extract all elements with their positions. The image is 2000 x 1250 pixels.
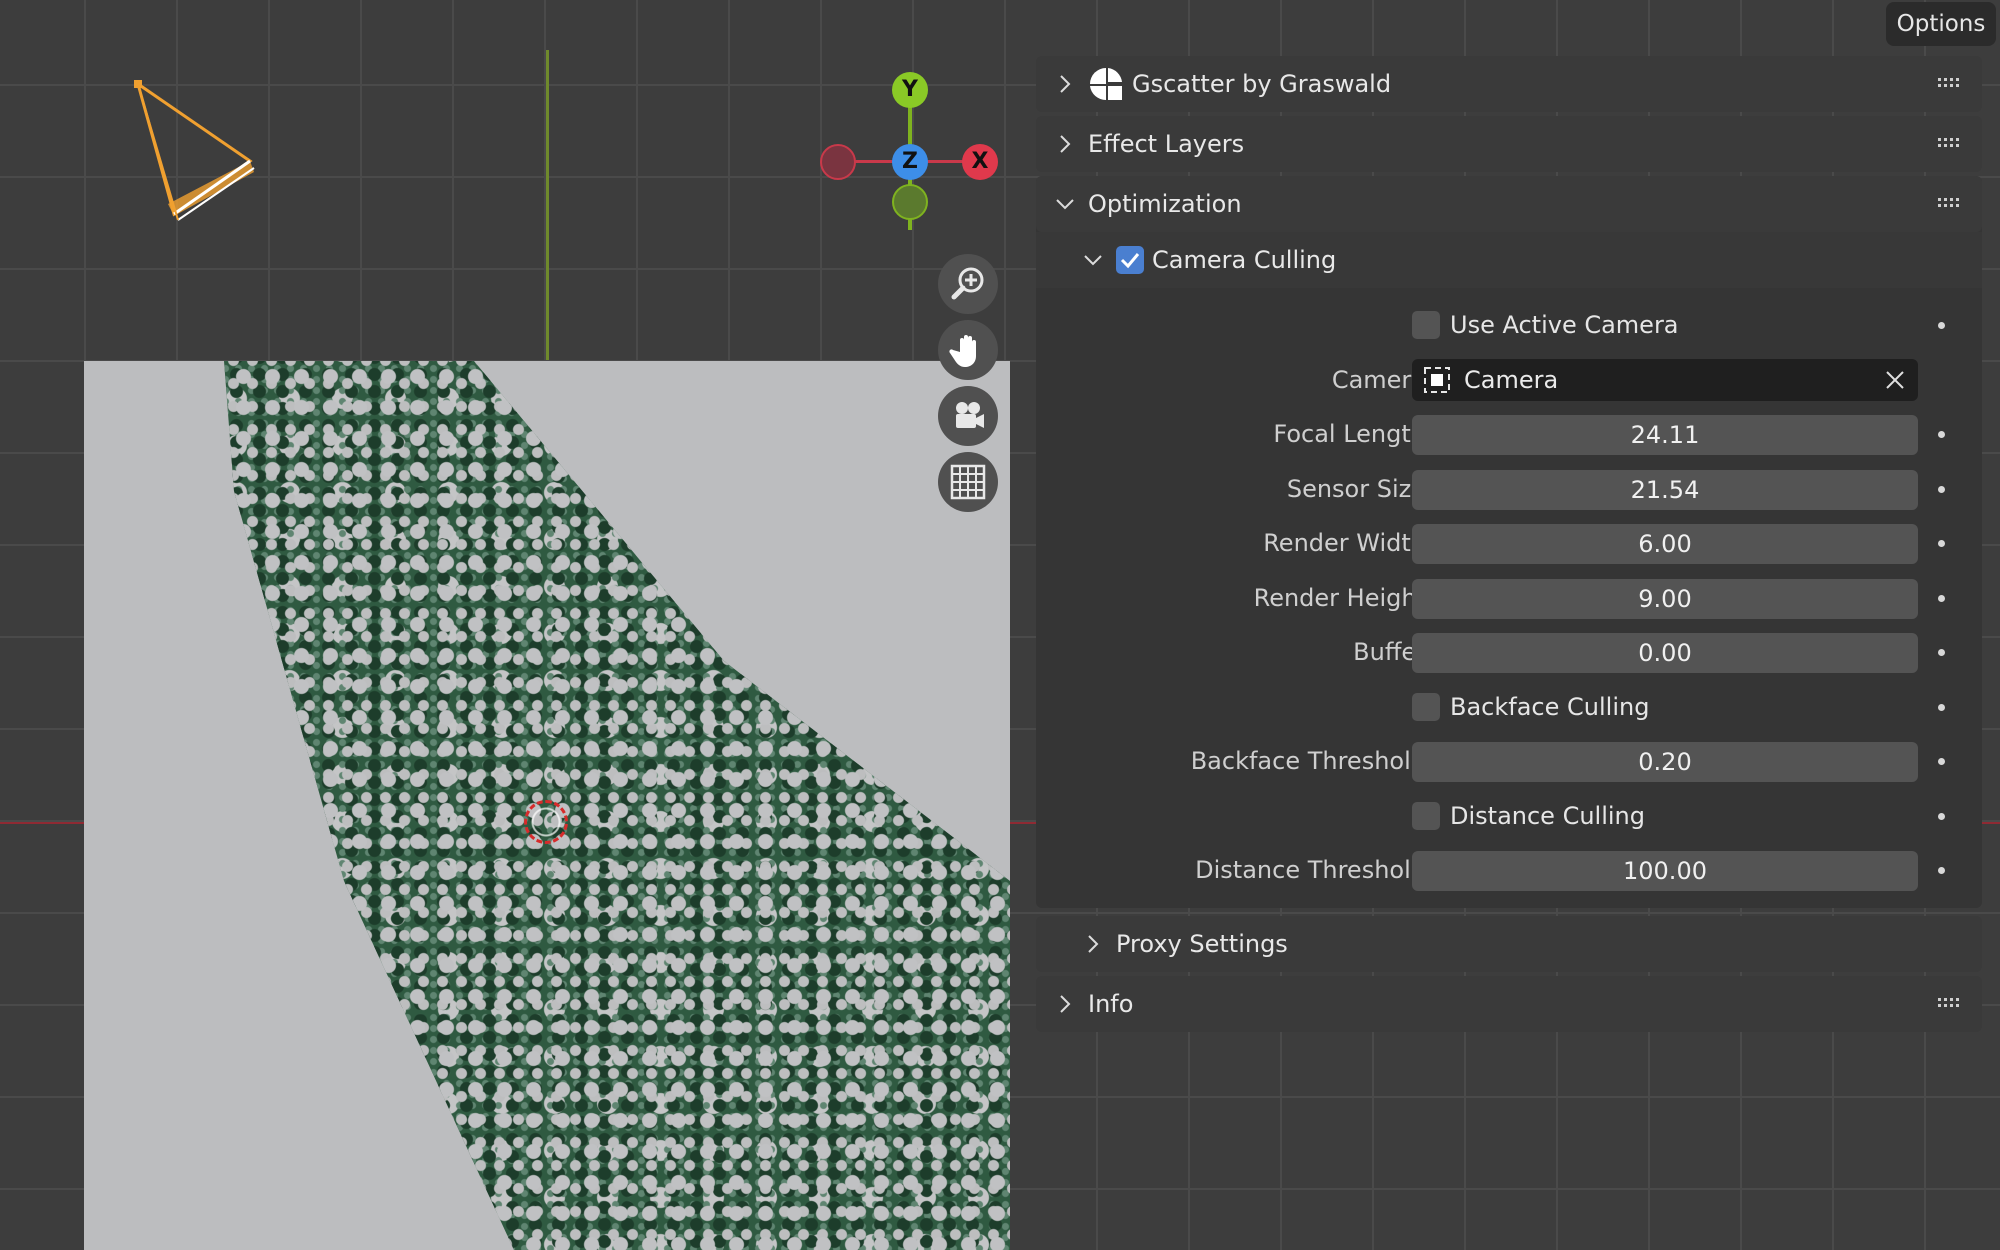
section-optimization-header[interactable]: Optimization	[1036, 176, 1982, 232]
subsection-proxy-settings[interactable]: Proxy Settings	[1036, 915, 1982, 972]
sensor-size-label: Sensor Size	[1286, 474, 1426, 503]
render-width-row: Render Width 6.00	[1036, 516, 1982, 571]
render-width-field[interactable]: 6.00	[1412, 524, 1918, 564]
backface-culling-checkbox[interactable]	[1412, 692, 1440, 721]
chevron-right-icon	[1060, 994, 1071, 1013]
use-active-camera-checkbox[interactable]	[1412, 311, 1440, 339]
keyframe-dot[interactable]	[1938, 485, 1945, 493]
camera-culling-label: Camera Culling	[1152, 246, 1337, 274]
drag-grip-icon[interactable]	[1938, 136, 1962, 150]
zoom-icon	[951, 267, 984, 300]
distance-culling-row: Distance Culling	[1036, 789, 1982, 844]
camera-culling-checkbox[interactable]	[1116, 246, 1144, 274]
buffer-field[interactable]: 0.00	[1412, 633, 1918, 673]
drag-grip-icon[interactable]	[1938, 196, 1962, 210]
y-axis-line	[546, 50, 549, 360]
drag-grip-icon[interactable]	[1938, 76, 1962, 90]
drag-grip-icon[interactable]	[1938, 996, 1962, 1010]
gizmo-y-ball[interactable]: Y	[892, 72, 928, 108]
keyframe-dot[interactable]	[1938, 540, 1945, 547]
camera-view-icon	[956, 402, 984, 428]
options-button[interactable]: Options	[1886, 2, 1996, 46]
chevron-right-icon	[1060, 135, 1071, 153]
section-title: Optimization	[1088, 190, 1242, 218]
section-title: Proxy Settings	[1116, 929, 1288, 958]
section-optimization: Optimization Camera Culling Use Active C…	[1036, 176, 1982, 908]
section-gscatter[interactable]: Gscatter by Graswald	[1036, 56, 1982, 112]
sensor-size-row: Sensor Size 21.54	[1036, 462, 1982, 517]
focal-length-label: Focal Length	[1273, 420, 1426, 448]
3d-viewport[interactable]: Y X Z Options Gscatter by Graswald Effec…	[0, 0, 2000, 1250]
keyframe-dot[interactable]	[1938, 322, 1945, 329]
hand-pan-icon	[949, 335, 976, 367]
close-icon[interactable]	[1884, 369, 1906, 391]
chevron-down-icon	[1056, 199, 1074, 210]
keyframe-dot[interactable]	[1938, 594, 1945, 602]
pan-tool[interactable]	[938, 320, 998, 380]
navigation-gizmo[interactable]: Y X Z	[810, 60, 1010, 260]
section-title: Effect Layers	[1088, 130, 1245, 158]
sensor-size-field[interactable]: 21.54	[1412, 469, 1918, 510]
keyframe-dot[interactable]	[1938, 867, 1945, 874]
gizmo-z-ball[interactable]: Z	[892, 144, 928, 180]
gizmo-neg-x-ball[interactable]	[820, 144, 856, 180]
keyframe-dot[interactable]	[1938, 758, 1945, 765]
buffer-row: Buffer 0.00	[1036, 625, 1982, 680]
keyframe-dot[interactable]	[1938, 703, 1945, 711]
backface-culling-label: Backface Culling	[1450, 692, 1650, 721]
section-effect-layers[interactable]: Effect Layers	[1036, 116, 1982, 172]
render-width-label: Render Width	[1263, 529, 1426, 557]
gizmo-x-ball[interactable]: X	[962, 144, 998, 180]
sidebar-panel: Gscatter by Graswald Effect Layers Optim…	[1036, 56, 1982, 1036]
backface-threshold-field[interactable]: 0.20	[1412, 742, 1918, 782]
subsection-camera-culling[interactable]: Camera Culling	[1036, 232, 1982, 288]
section-info[interactable]: Info	[1036, 975, 1982, 1032]
gizmo-neg-y-ball[interactable]	[892, 184, 928, 220]
chevron-right-icon	[1060, 75, 1071, 93]
distance-culling-checkbox[interactable]	[1412, 801, 1440, 830]
distance-threshold-row: Distance Threshold 100.00	[1036, 843, 1982, 898]
camera-object[interactable]	[130, 76, 260, 226]
camera-object-icon	[1424, 366, 1450, 393]
zoom-tool[interactable]	[938, 254, 998, 314]
render-height-row: Render Height 9.00	[1036, 571, 1982, 626]
camera-row: Camera Camera	[1036, 353, 1982, 408]
focal-length-field[interactable]: 24.11	[1412, 415, 1918, 455]
backface-threshold-row: Backface Threshold 0.20	[1036, 734, 1982, 789]
keyframe-dot[interactable]	[1938, 812, 1945, 820]
keyframe-dot[interactable]	[1938, 431, 1945, 438]
backface-culling-row: Backface Culling	[1036, 680, 1982, 735]
grid-ortho-icon	[950, 464, 986, 500]
section-title: Info	[1088, 989, 1134, 1018]
chevron-down-icon	[1084, 255, 1102, 266]
render-height-field[interactable]: 9.00	[1412, 578, 1918, 619]
camera-view-tool[interactable]	[938, 386, 998, 446]
focal-length-row: Focal Length 24.11	[1036, 407, 1982, 462]
distance-culling-label: Distance Culling	[1450, 801, 1645, 830]
3d-cursor	[524, 800, 568, 844]
camera-field[interactable]: Camera	[1412, 358, 1918, 401]
render-height-label: Render Height	[1253, 583, 1426, 612]
distance-threshold-field[interactable]: 100.00	[1412, 851, 1918, 891]
ortho-toggle-tool[interactable]	[938, 452, 998, 512]
distance-threshold-label: Distance Threshold	[1195, 856, 1426, 884]
section-title: Gscatter by Graswald	[1132, 70, 1392, 98]
checkmark-icon	[1120, 253, 1140, 269]
camera-field-value: Camera	[1464, 365, 1559, 394]
chevron-right-icon	[1088, 934, 1099, 953]
gscatter-logo-icon	[1090, 68, 1122, 101]
backface-threshold-label: Backface Threshold	[1190, 747, 1426, 775]
use-active-camera-row: Use Active Camera	[1036, 298, 1982, 353]
use-active-camera-label: Use Active Camera	[1450, 311, 1679, 339]
keyframe-dot[interactable]	[1938, 649, 1945, 656]
